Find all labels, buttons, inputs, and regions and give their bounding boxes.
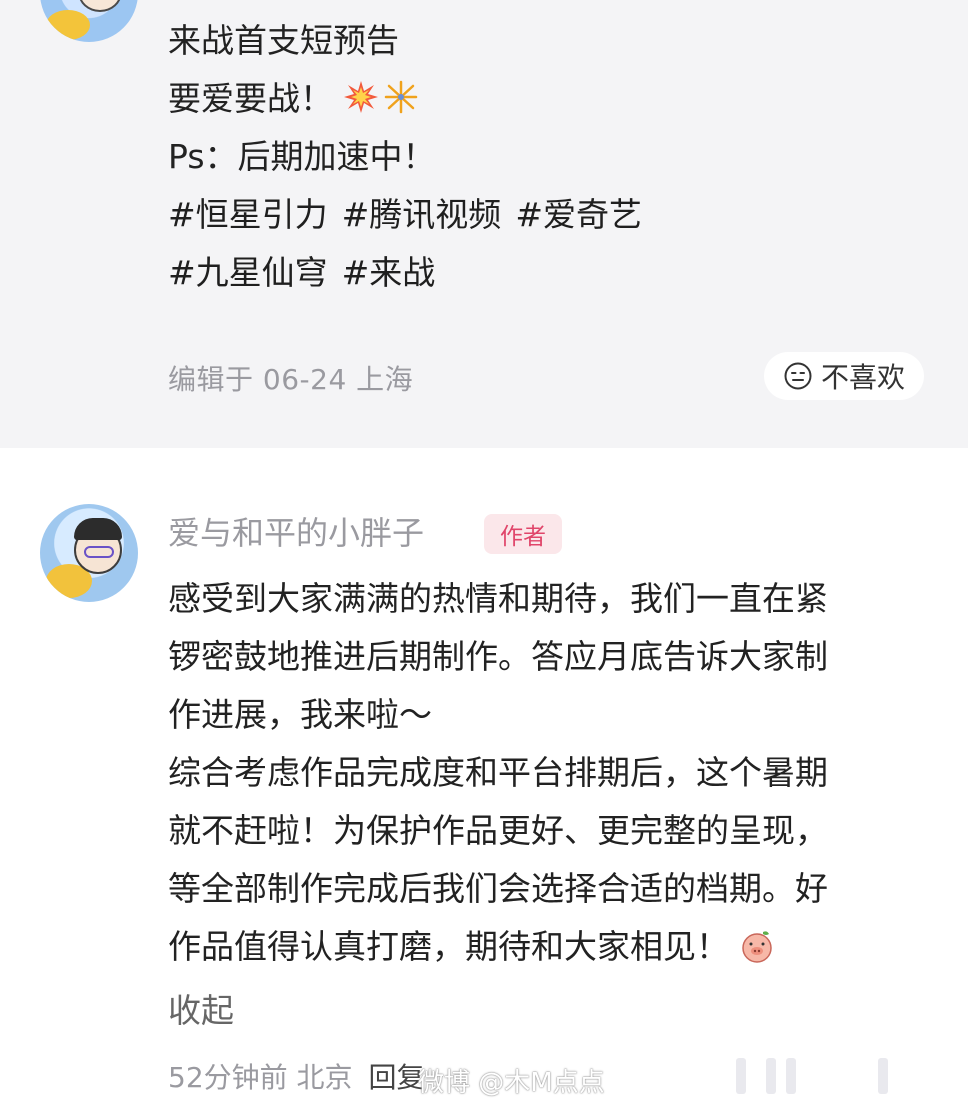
dislike-label: 不喜欢 xyxy=(820,361,905,394)
action-bar xyxy=(878,1058,888,1094)
reply-content: 感受到大家满满的热情和期待，我们一直在紧 锣密鼓地推进后期制作。答应月底告诉大家… xyxy=(168,570,828,976)
avatar-hair xyxy=(74,518,122,540)
author-badge: 作者 xyxy=(484,514,562,554)
reply-line-2: 锣密鼓地推进后期制作。答应月底告诉大家制 xyxy=(168,637,828,676)
dislike-button[interactable]: 不喜欢 xyxy=(764,352,924,400)
post-content: 来战首支短预告 要爱要战！ Ps：后期加速中！ #恒星引力 #腾讯视频 #爱奇艺 #… xyxy=(168,12,656,302)
avatar-blob xyxy=(46,10,90,40)
post-edit-meta: 编辑于 06-24 上海 xyxy=(168,363,414,396)
reply-meta: 52分钟前 北京 回复 xyxy=(168,1056,425,1096)
reply-time-location: 52分钟前 北京 xyxy=(168,1061,353,1094)
action-bar xyxy=(786,1058,796,1094)
reply-button[interactable]: 回复 xyxy=(369,1061,425,1094)
post-card: 来战首支短预告 要爱要战！ Ps：后期加速中！ #恒星引力 #腾讯视频 #爱奇艺 #… xyxy=(0,0,968,448)
firework-emoji-icon xyxy=(384,80,418,114)
hashtag-row-2: #九星仙穹 #来战 xyxy=(168,244,656,302)
hashtag-link[interactable]: #九星仙穹 xyxy=(168,253,328,292)
hashtag-link[interactable]: #腾讯视频 xyxy=(342,195,502,234)
reply-line-6: 等全部制作完成后我们会选择合适的档期。好 xyxy=(168,869,828,908)
hashtag-link[interactable]: #来战 xyxy=(342,253,436,292)
pig-emoji-icon xyxy=(742,931,772,963)
reply-line-7: 作品值得认真打磨，期待和大家相见！ xyxy=(168,918,828,976)
reply-line-1: 感受到大家满满的热情和期待，我们一直在紧 xyxy=(168,579,828,618)
reply-author-avatar[interactable] xyxy=(40,504,138,602)
post-line-3: Ps：后期加速中！ xyxy=(168,137,436,176)
post-line-2-text: 要爱要战！ xyxy=(168,79,333,118)
hashtag-link[interactable]: #恒星引力 xyxy=(168,195,328,234)
action-bar xyxy=(736,1058,746,1094)
post-author-avatar[interactable] xyxy=(40,0,138,42)
hashtag-row-1: #恒星引力 #腾讯视频 #爱奇艺 xyxy=(168,186,656,244)
explosion-emoji-icon xyxy=(344,81,378,113)
collapse-link[interactable]: 收起 xyxy=(168,982,234,1040)
post-line-2: 要爱要战！ xyxy=(168,70,656,128)
avatar-glasses xyxy=(84,546,114,558)
action-icons xyxy=(736,1058,906,1098)
reply-line-3: 作进展，我来啦～ xyxy=(168,695,432,734)
reply-author-name[interactable]: 爱与和平的小胖子 xyxy=(168,508,424,554)
reply-line-7-text: 作品值得认真打磨，期待和大家相见！ xyxy=(168,927,729,966)
reply-line-5: 就不赶啦！为保护作品更好、更完整的呈现， xyxy=(168,811,828,850)
avatar-face xyxy=(78,0,122,12)
frown-face-icon xyxy=(784,362,812,390)
post-line-1: 来战首支短预告 xyxy=(168,21,399,60)
reply-line-4: 综合考虑作品完成度和平台排期后，这个暑期 xyxy=(168,753,828,792)
action-bar xyxy=(766,1058,776,1094)
watermark: 微博 @木M点点 xyxy=(418,1068,605,1098)
hashtag-link[interactable]: #爱奇艺 xyxy=(515,195,642,234)
